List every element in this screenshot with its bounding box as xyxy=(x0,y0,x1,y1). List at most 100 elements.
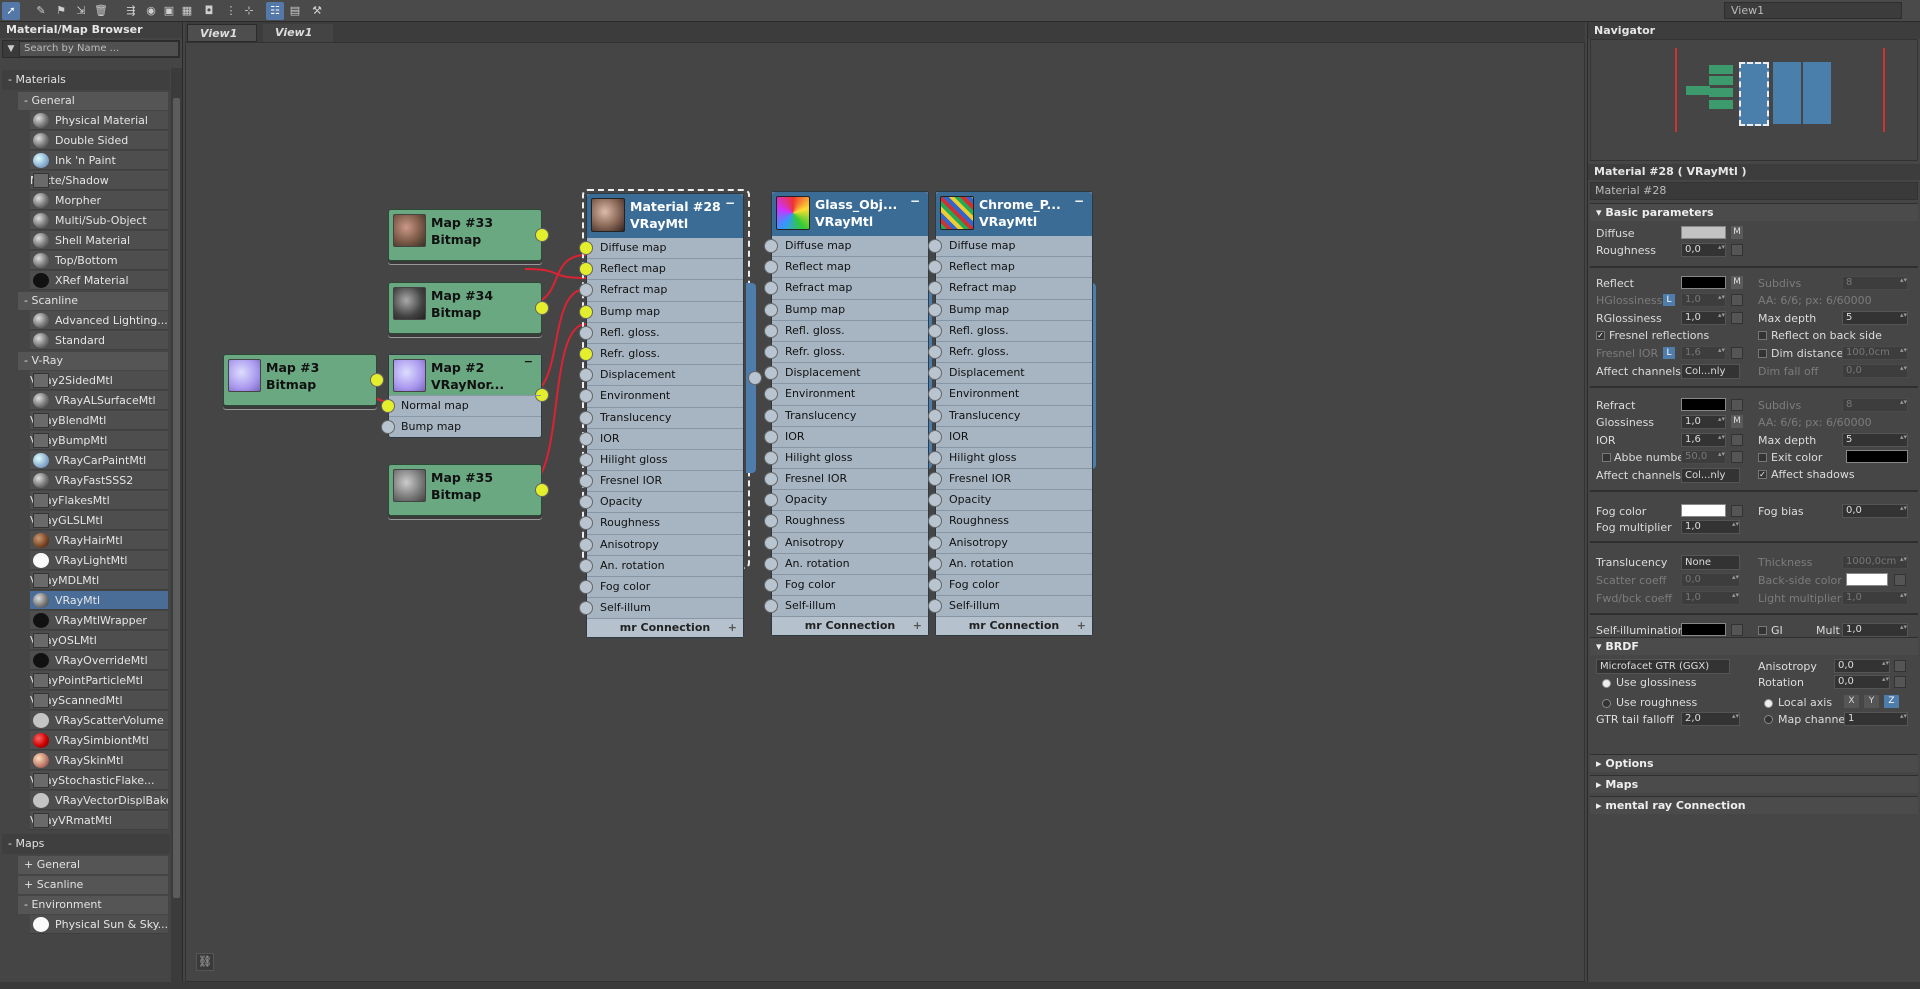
browser-item[interactable]: VRayMtlWrapper xyxy=(30,611,168,630)
slot-row[interactable]: Environment xyxy=(764,384,928,406)
browser-item[interactable]: VRayBlendMtl xyxy=(30,411,168,430)
browser-item[interactable]: VRayGLSLMtl xyxy=(30,511,168,530)
exit-color-checkbox[interactable] xyxy=(1758,453,1767,462)
slot-input-port[interactable] xyxy=(579,241,593,255)
hglossiness-spinner[interactable]: 1,0 xyxy=(1681,293,1726,307)
refract-subdivs-spinner[interactable]: 8 xyxy=(1842,398,1908,412)
slot-input-port[interactable] xyxy=(764,514,778,529)
rotation-spinner[interactable]: 0,0 xyxy=(1834,675,1890,689)
tab-view1[interactable]: View1 xyxy=(187,24,257,42)
browser-item[interactable]: Top/Bottom xyxy=(30,251,168,270)
slot-row[interactable]: Self-illum xyxy=(764,596,928,618)
slot-row[interactable]: Hilight gloss xyxy=(764,448,928,470)
reflect-subdivs-spinner[interactable]: 8 xyxy=(1842,276,1908,290)
roughness-map-button[interactable] xyxy=(1731,244,1743,256)
hglossiness-lock-button[interactable]: L xyxy=(1663,294,1675,306)
chrome-collapse-button[interactable]: − xyxy=(1074,194,1084,208)
affect-shadows-checkbox[interactable]: ✓ xyxy=(1758,470,1767,479)
browser-item[interactable]: VRayALSurfaceMtl xyxy=(30,391,168,410)
slot-input-port[interactable] xyxy=(928,260,942,275)
slot-input-port[interactable] xyxy=(928,408,942,423)
browser-item[interactable]: XRef Material xyxy=(30,271,168,290)
view-dropdown[interactable]: View1 xyxy=(1724,2,1902,19)
slot-input-port[interactable] xyxy=(928,578,942,592)
slot-row[interactable]: Bump map xyxy=(764,300,928,321)
slot-row[interactable]: Fresnel IOR xyxy=(764,469,928,491)
navigator-view[interactable] xyxy=(1590,39,1918,161)
fwdbck-coeff-spinner[interactable]: 1,0 xyxy=(1681,591,1740,605)
backside-color-swatch[interactable] xyxy=(1846,573,1888,586)
slot-input-port[interactable] xyxy=(764,578,778,592)
material28-collapse-button[interactable]: − xyxy=(725,196,735,210)
slot-row[interactable]: Self-illum xyxy=(579,598,743,620)
dim-distance-spinner[interactable]: 100,0cm xyxy=(1842,346,1908,360)
material-id-icon[interactable]: ◉ xyxy=(142,2,160,20)
slot-row[interactable]: An. rotation xyxy=(579,556,743,577)
slot-input-port[interactable] xyxy=(579,283,593,298)
group-scanline[interactable]: - Scanline xyxy=(18,292,168,310)
slot-input-port[interactable] xyxy=(764,493,778,508)
node-map3[interactable]: Map #3 Bitmap xyxy=(223,354,384,406)
toggle-browser-icon[interactable]: ☷ xyxy=(266,2,284,20)
pan-icon[interactable]: ⛓ xyxy=(196,953,214,971)
browser-item[interactable]: VRayVRmatMtl xyxy=(30,811,168,830)
slot-input-port[interactable] xyxy=(579,452,593,467)
slot-row[interactable]: Bump map xyxy=(928,300,1092,321)
slot-row[interactable]: An. rotation xyxy=(928,554,1092,575)
slot-row[interactable]: Refr. gloss. xyxy=(764,342,928,364)
browser-item[interactable]: Advanced Lighting... xyxy=(30,311,168,330)
slot-input-port[interactable] xyxy=(579,368,593,383)
slot-input-port[interactable] xyxy=(928,323,942,338)
light-multiplier-spinner[interactable]: 1,0 xyxy=(1842,591,1908,605)
browser-item[interactable]: VRayScannedMtl xyxy=(30,691,168,710)
layout-vertical-icon[interactable]: ⋮ xyxy=(222,2,240,20)
select-icon[interactable]: ➚ xyxy=(2,2,20,20)
map3-output-port[interactable] xyxy=(370,373,384,387)
slot-input-port[interactable] xyxy=(928,599,942,614)
backside-map-button[interactable] xyxy=(1894,574,1906,586)
browser-item[interactable]: Shell Material xyxy=(30,231,168,250)
rollout-options-header[interactable]: ▸ Options xyxy=(1590,754,1918,772)
map33-output-port[interactable] xyxy=(535,228,549,242)
slot-row[interactable]: Opacity xyxy=(928,490,1092,512)
rollout-maps-header[interactable]: ▸ Maps xyxy=(1590,775,1918,793)
slot-row[interactable]: Anisotropy xyxy=(928,533,1092,554)
slot-input-port[interactable] xyxy=(764,260,778,275)
slot-input-port[interactable] xyxy=(579,410,593,425)
bump-map-port[interactable] xyxy=(381,420,395,434)
browser-item[interactable]: Morpher xyxy=(30,191,168,210)
node-map34[interactable]: Map #34 Bitmap xyxy=(388,282,549,334)
slot-input-port[interactable] xyxy=(579,601,593,616)
slot-input-port[interactable] xyxy=(928,387,942,402)
refract-map-button[interactable] xyxy=(1731,399,1743,411)
node-canvas[interactable]: Map #33 Bitmap Map #34 Bitmap Map #3 Bitmap… xyxy=(185,42,1585,982)
slot-input-port[interactable] xyxy=(764,429,778,444)
tab-view1-alt[interactable]: View1 xyxy=(263,24,333,42)
hglossiness-map-button[interactable] xyxy=(1731,294,1743,306)
slot-input-port[interactable] xyxy=(928,556,942,571)
refract-maxdepth-spinner[interactable]: 5 xyxy=(1842,433,1908,447)
slot-row[interactable]: Diffuse map xyxy=(579,238,743,260)
search-options-icon[interactable]: ▼ xyxy=(3,44,19,54)
slot-row[interactable]: Refract map xyxy=(764,278,928,300)
fresnel-ior-lock-button[interactable]: L xyxy=(1663,347,1675,359)
slot-input-port[interactable] xyxy=(579,495,593,510)
fresnel-ior-map-button[interactable] xyxy=(1731,347,1743,359)
rollout-basic-header[interactable]: ▾ Basic parameters xyxy=(1590,203,1918,221)
slot-input-port[interactable] xyxy=(764,323,778,338)
material-name-field[interactable]: Material #28 xyxy=(1590,182,1918,200)
group-maps-general[interactable]: + General xyxy=(18,856,168,874)
slot-input-port[interactable] xyxy=(764,556,778,571)
delete-icon[interactable]: 🗑 xyxy=(92,2,110,20)
browser-item[interactable]: VRayFastSSS2 xyxy=(30,471,168,490)
ior-map-button[interactable] xyxy=(1731,434,1743,446)
toggle-params-icon[interactable]: ▤ xyxy=(286,2,304,20)
slot-row[interactable]: Refl. gloss. xyxy=(579,323,743,344)
slot-input-port[interactable] xyxy=(579,389,593,404)
slot-input-port[interactable] xyxy=(928,535,942,550)
node-material28[interactable]: Material #28 VRayMtl − Diffuse map Reflect… xyxy=(579,193,744,639)
slot-row[interactable]: Refr. gloss. xyxy=(928,342,1092,364)
slot-row[interactable]: Refract map xyxy=(579,280,743,302)
use-glossiness-radio[interactable] xyxy=(1602,679,1611,688)
browser-item[interactable]: Standard xyxy=(30,331,168,350)
